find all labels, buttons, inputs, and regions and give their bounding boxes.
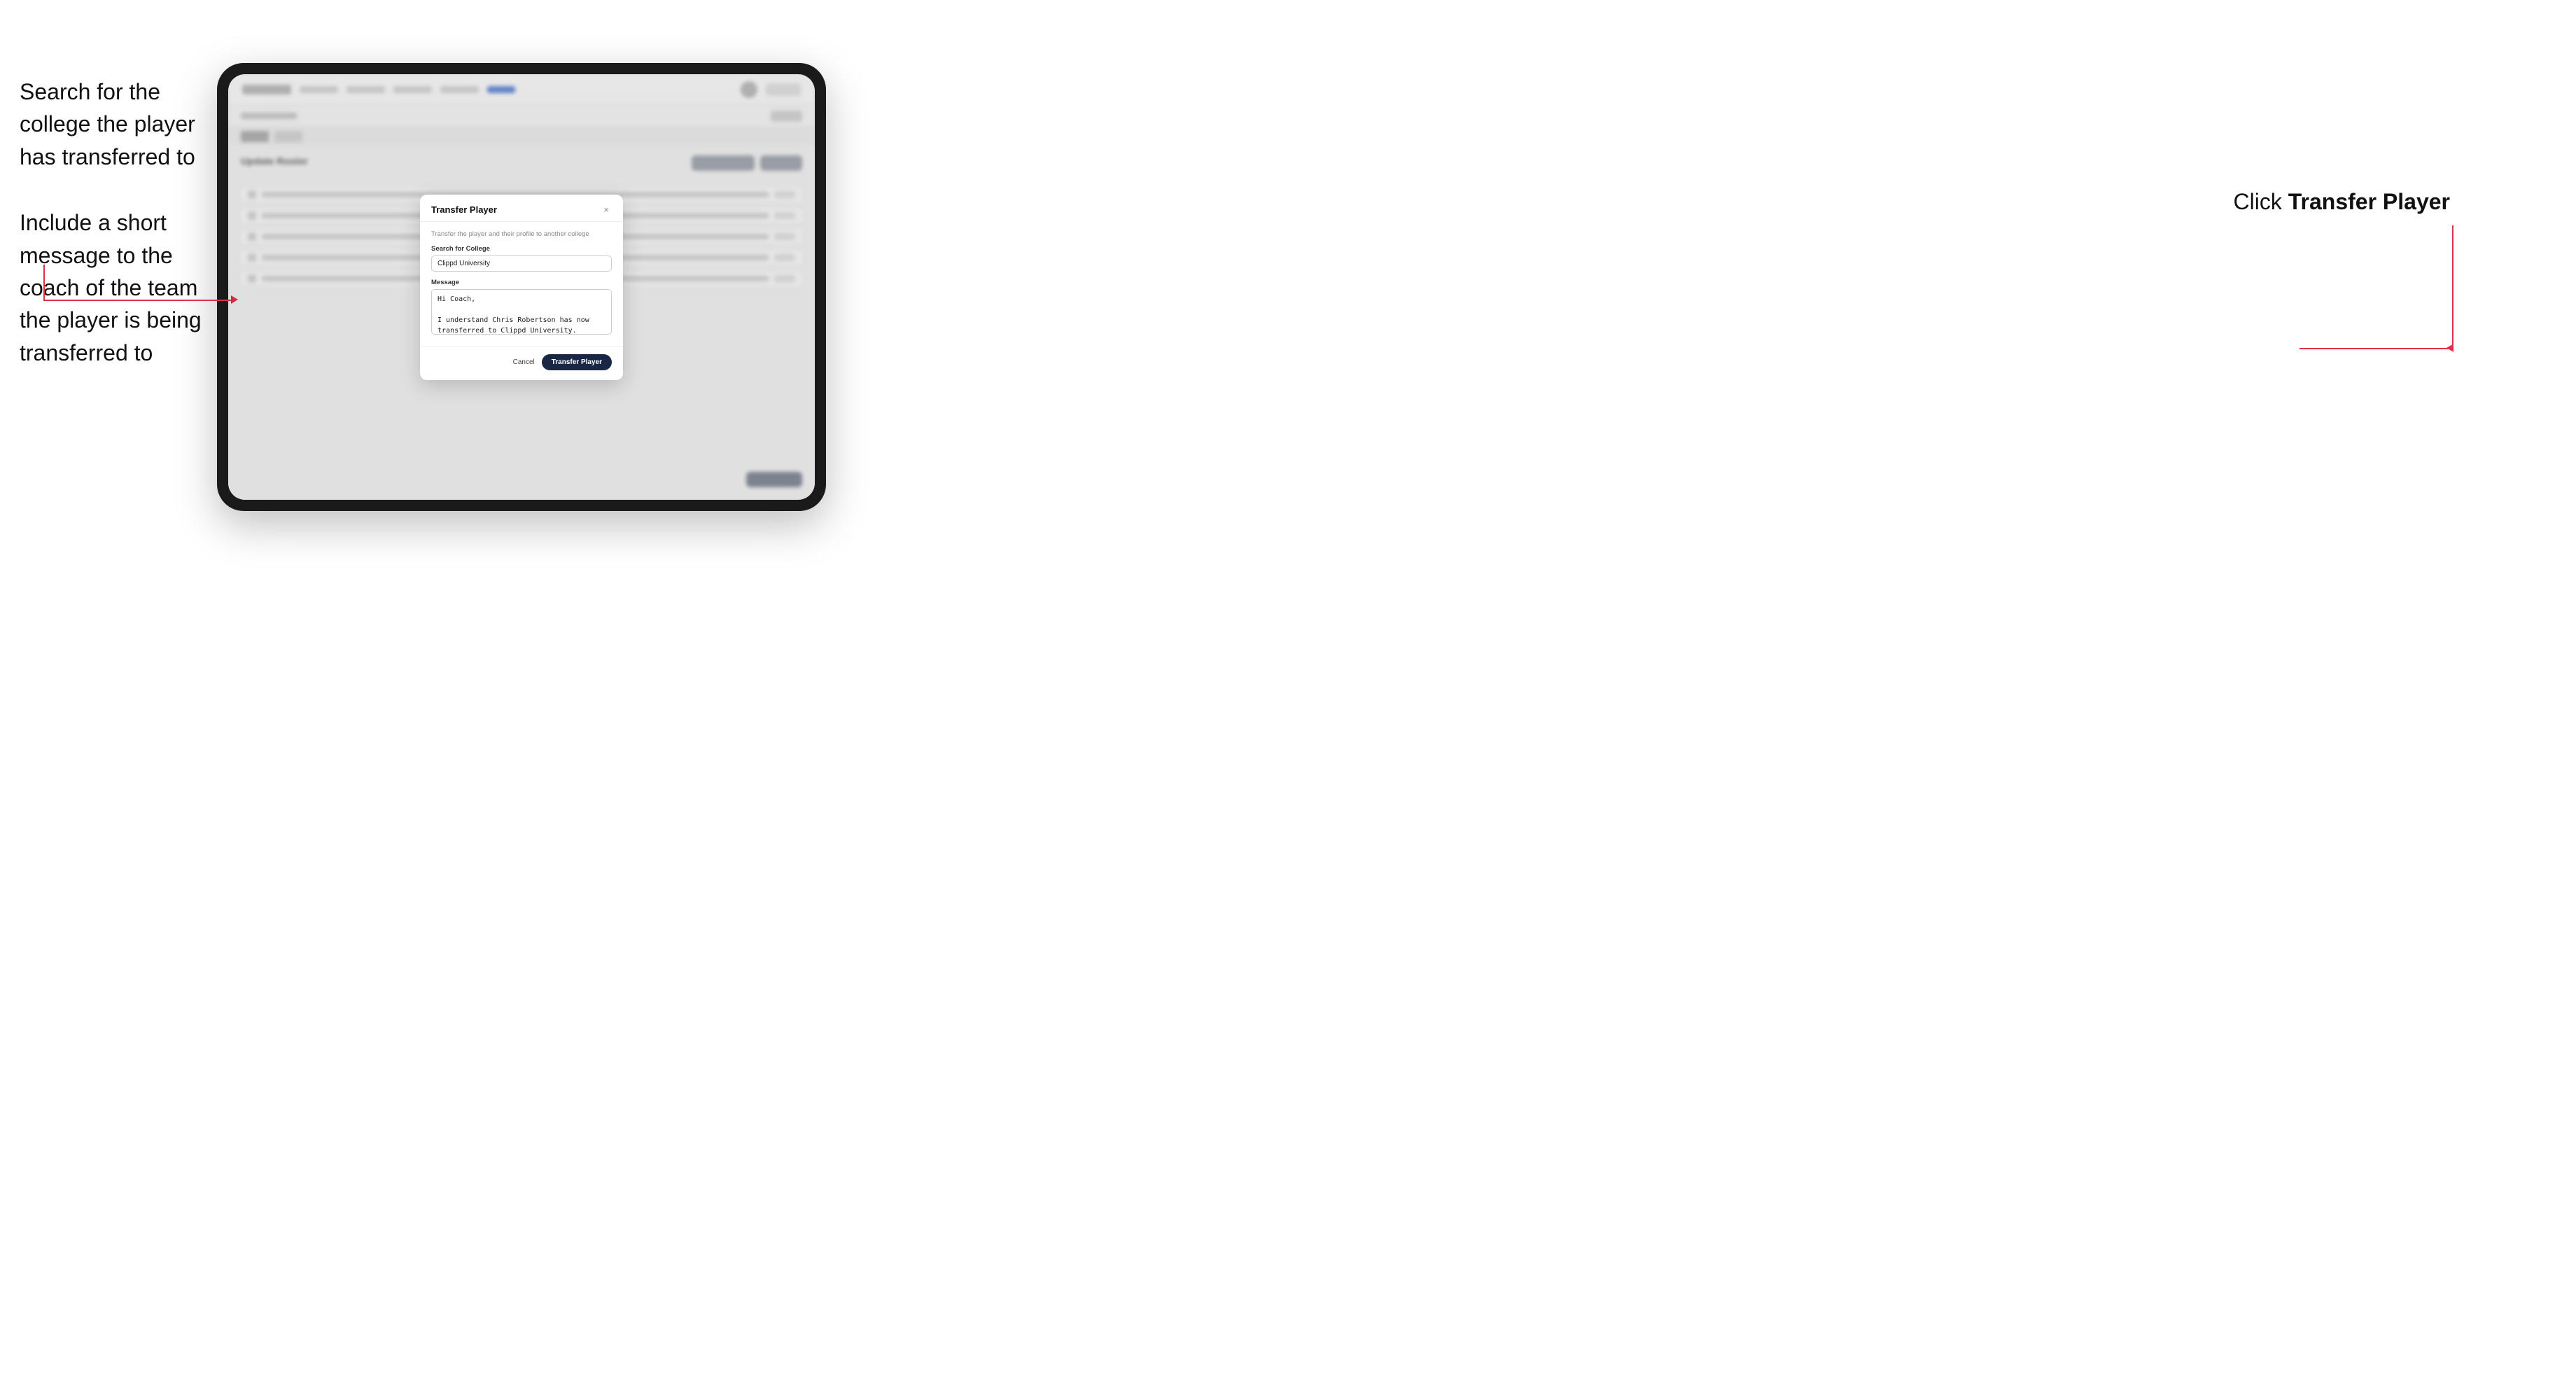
annotation-right-bold: Transfer Player [2288, 189, 2450, 214]
message-textarea[interactable]: Hi Coach, I understand Chris Robertson h… [431, 289, 612, 335]
message-label: Message [431, 279, 612, 286]
cancel-button[interactable]: Cancel [513, 358, 535, 366]
annotation-left-top: Search for the college the player has tr… [20, 76, 209, 173]
arrow-line-left-vertical [43, 265, 45, 300]
tablet-screen: Update Roster [228, 74, 815, 500]
dialog-overlay: Transfer Player × Transfer the player an… [228, 74, 815, 500]
transfer-player-button[interactable]: Transfer Player [542, 354, 612, 370]
arrow-line-right-vertical [2452, 225, 2454, 348]
dialog-subtitle: Transfer the player and their profile to… [431, 230, 612, 238]
close-icon[interactable]: × [601, 204, 612, 216]
dialog-title: Transfer Player [431, 204, 497, 215]
annotation-left-bottom: Include a short message to the coach of … [20, 206, 209, 369]
annotation-left: Search for the college the player has tr… [20, 76, 209, 402]
arrowhead-right [2446, 344, 2454, 352]
arrow-line-left-horizontal [43, 300, 232, 301]
dialog-header: Transfer Player × [420, 195, 623, 222]
college-label: Search for College [431, 245, 612, 253]
tablet-frame: Update Roster [217, 63, 826, 511]
dialog-body: Transfer the player and their profile to… [420, 222, 623, 346]
transfer-player-dialog: Transfer Player × Transfer the player an… [420, 195, 623, 380]
dialog-footer: Cancel Transfer Player [420, 346, 623, 380]
college-input[interactable] [431, 255, 612, 272]
arrow-line-right-horizontal [2300, 348, 2454, 349]
annotation-right: Click Transfer Player [2234, 189, 2450, 215]
